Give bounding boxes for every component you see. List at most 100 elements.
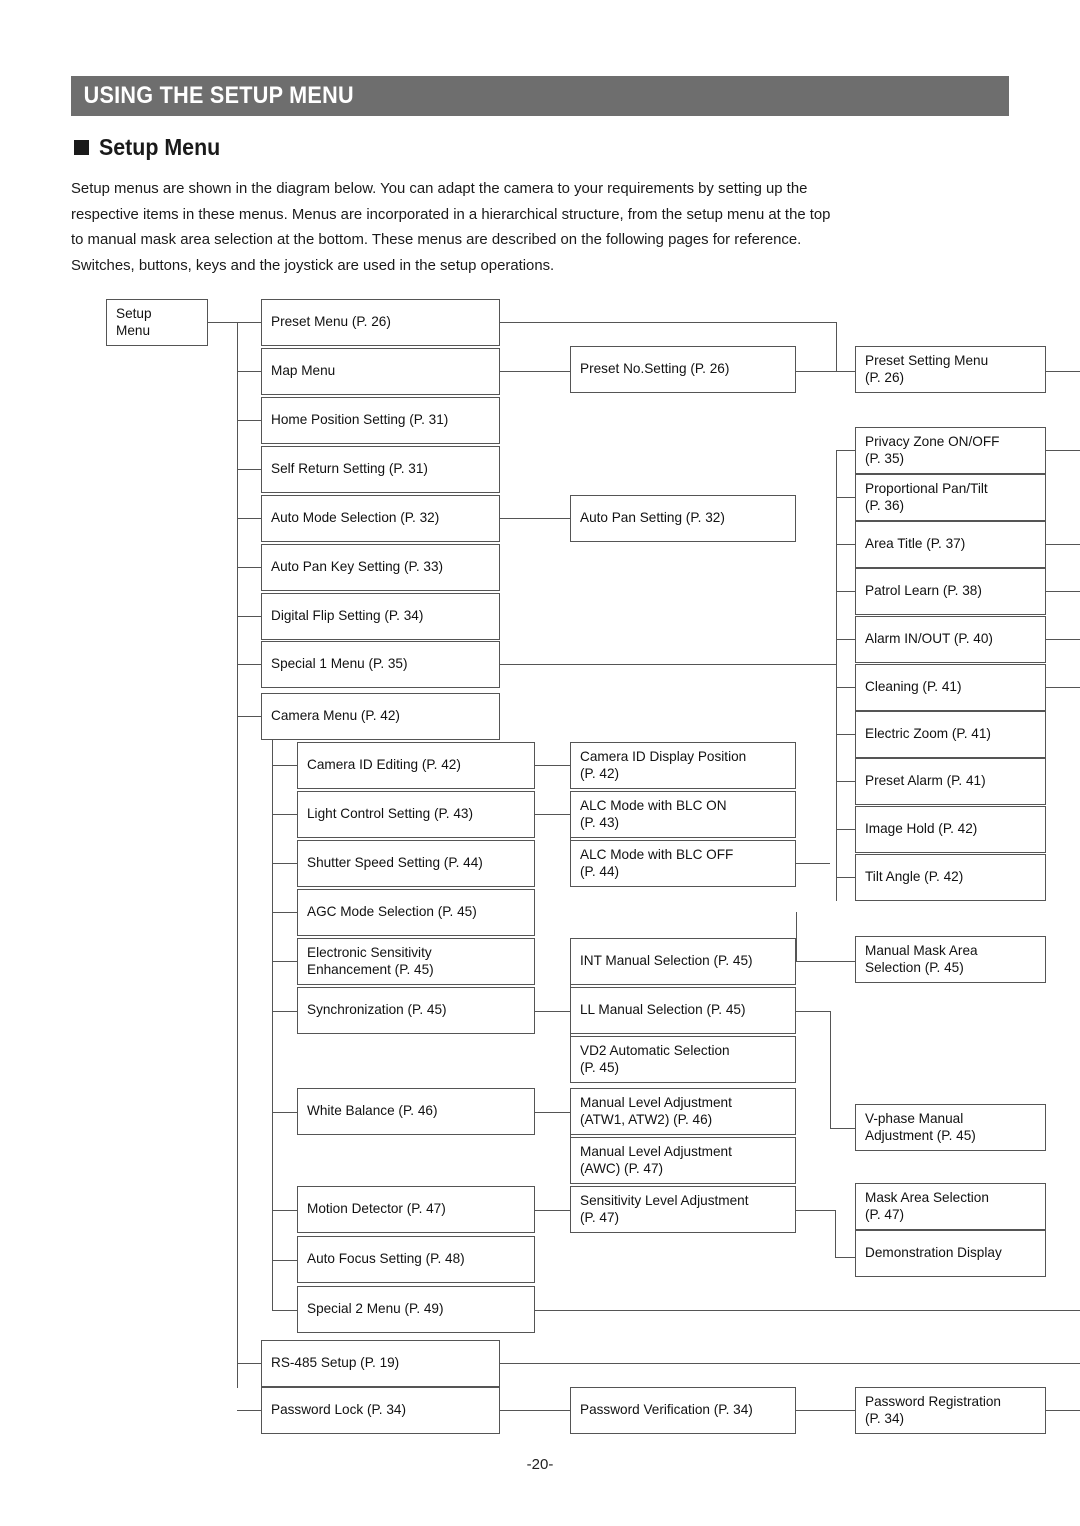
node-digital-flip-setting[interactable]: Digital Flip Setting (P. 34) xyxy=(261,593,500,640)
node-white-balance[interactable]: White Balance (P. 46) xyxy=(297,1088,535,1135)
node-camera-id-display-position[interactable]: Camera ID Display Position (P. 42) xyxy=(570,742,796,789)
node-auto-mode-selection[interactable]: Auto Mode Selection (P. 32) xyxy=(261,495,500,542)
connector-tail-areatitle xyxy=(1046,544,1080,546)
connector-light-to-alc xyxy=(535,814,571,816)
connector-stub-l1-2 xyxy=(237,371,262,373)
connector-stub-r1 xyxy=(836,450,856,452)
node-password-lock[interactable]: Password Lock (P. 34) xyxy=(261,1387,500,1434)
node-alarm-in-out[interactable]: Alarm IN/OUT (P. 40) xyxy=(855,616,1046,663)
connector-stub-cam-4 xyxy=(272,912,298,914)
node-self-return-setting[interactable]: Self Return Setting (P. 31) xyxy=(261,446,500,493)
connector-automode-to-autopan xyxy=(500,518,571,520)
node-vd2-automatic-selection[interactable]: VD2 Automatic Selection (P. 45) xyxy=(570,1036,796,1083)
connector-tail-alarm xyxy=(1046,639,1080,641)
node-sensitivity-level-adjustment[interactable]: Sensitivity Level Adjustment (P. 47) xyxy=(570,1186,796,1233)
node-electronic-sensitivity-enhancement[interactable]: Electronic Sensitivity Enhancement (P. 4… xyxy=(297,938,535,985)
node-rs485-setup[interactable]: RS-485 Setup (P. 19) xyxy=(261,1340,500,1387)
node-image-hold[interactable]: Image Hold (P. 42) xyxy=(855,806,1046,853)
connector-stub-l1-3 xyxy=(237,420,262,422)
node-preset-menu[interactable]: Preset Menu (P. 26) xyxy=(261,299,500,346)
connector-stub-cam-1 xyxy=(272,765,298,767)
page-root: USING THE SETUP MENU Setup Menu Setup me… xyxy=(0,0,1080,1526)
node-area-title[interactable]: Area Title (P. 37) xyxy=(855,521,1046,568)
connector-presetno-to-presetsetting xyxy=(796,371,856,373)
node-alc-mode-blc-on[interactable]: ALC Mode with BLC ON (P. 43) xyxy=(570,791,796,838)
node-special-2-menu[interactable]: Special 2 Menu (P. 49) xyxy=(297,1286,535,1333)
node-manual-mask-area-selection[interactable]: Manual Mask Area Selection (P. 45) xyxy=(855,936,1046,983)
connector-stub-r8 xyxy=(836,781,856,783)
connector-ll-right xyxy=(796,1011,830,1013)
node-motion-detector[interactable]: Motion Detector (P. 47) xyxy=(297,1186,535,1233)
node-preset-no-setting[interactable]: Preset No.Setting (P. 26) xyxy=(570,346,796,393)
node-proportional-pan-tilt[interactable]: Proportional Pan/Tilt (P. 36) xyxy=(855,474,1046,521)
node-cleaning[interactable]: Cleaning (P. 41) xyxy=(855,664,1046,711)
node-auto-pan-key-setting[interactable]: Auto Pan Key Setting (P. 33) xyxy=(261,544,500,591)
connector-map-to-presetno xyxy=(500,371,571,373)
connector-stub-l1-1 xyxy=(237,322,262,324)
connector-preset-down xyxy=(836,322,838,371)
node-privacy-zone-on-off[interactable]: Privacy Zone ON/OFF (P. 35) xyxy=(855,427,1046,474)
connector-sync-to-group xyxy=(535,1011,571,1013)
connector-stub-l1-5 xyxy=(237,518,262,520)
node-tilt-angle[interactable]: Tilt Angle (P. 42) xyxy=(855,854,1046,901)
node-demonstration-display[interactable]: Demonstration Display xyxy=(855,1230,1046,1277)
node-map-menu[interactable]: Map Menu xyxy=(261,348,500,395)
connector-stub-cam-9 xyxy=(272,1260,298,1262)
connector-stub-l1-10 xyxy=(237,1363,262,1365)
connector-stub-r3 xyxy=(836,544,856,546)
node-ll-manual-selection[interactable]: LL Manual Selection (P. 45) xyxy=(570,987,796,1034)
connector-stub-r4 xyxy=(836,591,856,593)
connector-pwlock-to-verify xyxy=(500,1410,571,1412)
node-camera-menu[interactable]: Camera Menu (P. 42) xyxy=(261,693,500,740)
connector-tail-cleaning xyxy=(1046,687,1080,689)
node-int-manual-selection[interactable]: INT Manual Selection (P. 45) xyxy=(570,938,796,985)
node-alc-mode-blc-off[interactable]: ALC Mode with BLC OFF (P. 44) xyxy=(570,840,796,887)
connector-register-right xyxy=(1046,1410,1080,1412)
node-patrol-learn[interactable]: Patrol Learn (P. 38) xyxy=(855,568,1046,615)
connector-special1-bus xyxy=(836,450,838,901)
setup-menu-hierarchy-diagram: Setup Menu Preset Menu (P. 26) Map Menu … xyxy=(0,0,1080,1526)
node-mask-area-selection[interactable]: Mask Area Selection (P. 47) xyxy=(855,1183,1046,1230)
node-auto-pan-setting[interactable]: Auto Pan Setting (P. 32) xyxy=(570,495,796,542)
connector-stub-l1-9 xyxy=(237,716,262,718)
connector-stub-cam-10 xyxy=(272,1310,298,1312)
connector-to-manualmask xyxy=(796,961,856,963)
connector-sensitivity-right xyxy=(796,1210,836,1212)
node-home-position-setting[interactable]: Home Position Setting (P. 31) xyxy=(261,397,500,444)
node-synchronization[interactable]: Synchronization (P. 45) xyxy=(297,987,535,1034)
node-special-1-menu[interactable]: Special 1 Menu (P. 35) xyxy=(261,641,500,688)
connector-vphase-drop xyxy=(830,1011,832,1128)
node-preset-setting-menu[interactable]: Preset Setting Menu (P. 26) xyxy=(855,346,1046,393)
connector-stub-cam-3 xyxy=(272,863,298,865)
node-shutter-speed-setting[interactable]: Shutter Speed Setting (P. 44) xyxy=(297,840,535,887)
page-number: -20- xyxy=(526,1456,554,1473)
connector-verify-to-register xyxy=(796,1410,856,1412)
node-agc-mode-selection[interactable]: AGC Mode Selection (P. 45) xyxy=(297,889,535,936)
node-auto-focus-setting[interactable]: Auto Focus Setting (P. 48) xyxy=(297,1236,535,1283)
connector-stub-cam-2 xyxy=(272,814,298,816)
connector-manualmask-riser xyxy=(796,912,798,961)
connector-stub-l1-6 xyxy=(237,567,262,569)
connector-stub-cam-6 xyxy=(272,1011,298,1013)
node-preset-alarm[interactable]: Preset Alarm (P. 41) xyxy=(855,758,1046,805)
connector-stub-r9 xyxy=(836,829,856,831)
node-v-phase-manual-adjustment[interactable]: V-phase Manual Adjustment (P. 45) xyxy=(855,1104,1046,1151)
connector-demo-stub xyxy=(835,1257,856,1259)
connector-special2-right xyxy=(535,1310,1080,1312)
connector-stub-l1-4 xyxy=(237,469,262,471)
connector-stub-r10 xyxy=(836,877,856,879)
node-setup-menu-root[interactable]: Setup Menu xyxy=(106,299,208,346)
node-password-registration[interactable]: Password Registration (P. 34) xyxy=(855,1387,1046,1434)
connector-special1-right xyxy=(500,664,837,666)
connector-motion-to-sensitivity xyxy=(535,1210,571,1212)
node-password-verification[interactable]: Password Verification (P. 34) xyxy=(570,1387,796,1434)
node-camera-id-editing[interactable]: Camera ID Editing (P. 42) xyxy=(297,742,535,789)
node-manual-level-adjustment-awc[interactable]: Manual Level Adjustment (AWC) (P. 47) xyxy=(570,1137,796,1184)
connector-camera-bus xyxy=(272,740,274,1310)
node-electric-zoom[interactable]: Electric Zoom (P. 41) xyxy=(855,711,1046,758)
node-light-control-setting[interactable]: Light Control Setting (P. 43) xyxy=(297,791,535,838)
connector-stub-r5 xyxy=(836,639,856,641)
connector-rs485-right xyxy=(500,1363,1080,1365)
node-manual-level-adjustment-atw[interactable]: Manual Level Adjustment (ATW1, ATW2) (P.… xyxy=(570,1088,796,1135)
connector-stub-r6 xyxy=(836,687,856,689)
